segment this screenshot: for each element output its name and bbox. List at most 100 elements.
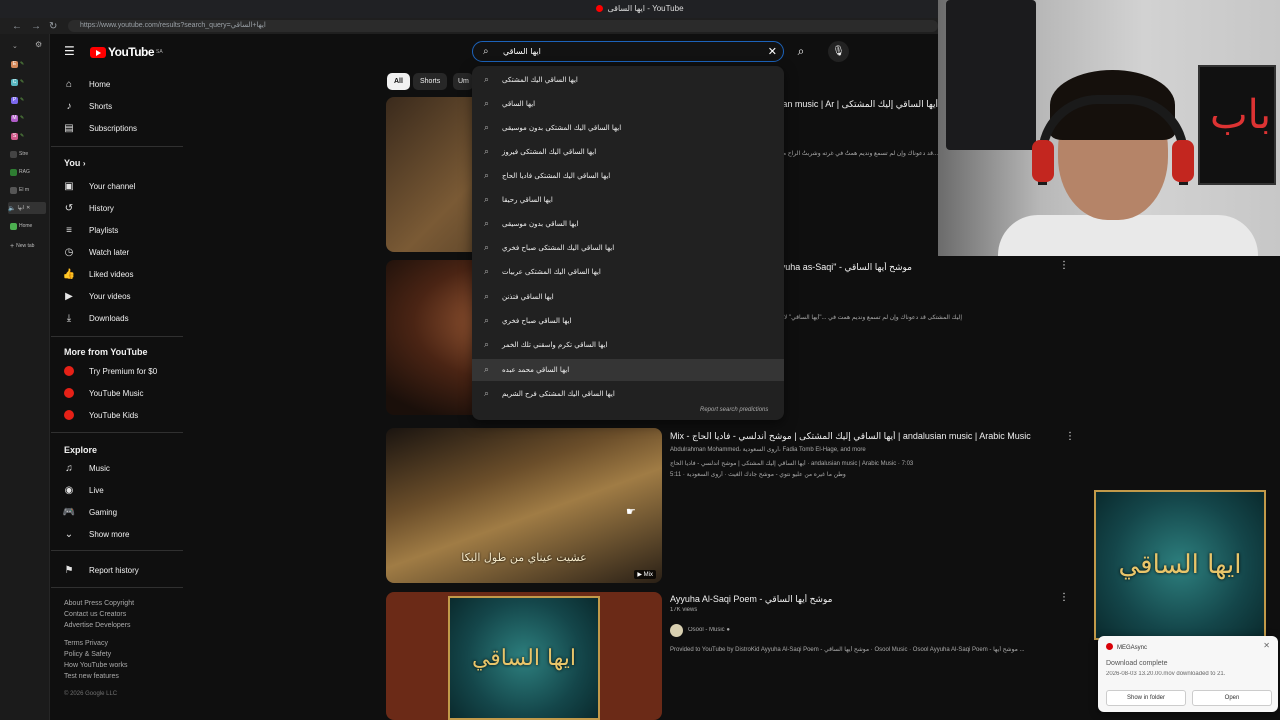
- tab-item[interactable]: C ✎: [11, 76, 47, 88]
- close-tab-icon[interactable]: ✕: [26, 205, 30, 211]
- suggestion-item[interactable]: ⌕ ايها الساقي بدون موسيقى: [472, 213, 784, 235]
- sidebar-item-show-more[interactable]: ⌄ Show more: [63, 525, 181, 543]
- collapse-tabs-icon[interactable]: ⌄: [12, 42, 18, 50]
- suggestion-item[interactable]: ⌕ ايها الساقي رحيقا: [472, 189, 784, 211]
- sidebar-item-home[interactable]: ⌂ Home: [63, 75, 181, 93]
- suggestion-item[interactable]: ⌕ ايها الساقي اليك المشتكى عربيات: [472, 261, 784, 283]
- suggestion-text: ايها الساقي: [502, 100, 536, 108]
- tab-item[interactable]: Home: [10, 220, 46, 232]
- suggestion-text: ايها الساقي صباح فخري: [502, 317, 572, 325]
- voice-search-button[interactable]: 🎙: [828, 41, 849, 62]
- more-options-icon[interactable]: ⋮: [1065, 431, 1075, 442]
- sidebar-item-liked-videos[interactable]: 👍 Liked videos: [63, 265, 181, 283]
- suggestion-item[interactable]: ⌕ ايها الساقي اليك المشتكى فيروز: [472, 141, 784, 163]
- search-box[interactable]: ⌕ ✕: [472, 41, 784, 62]
- tab-favicon-icon: [10, 222, 17, 230]
- tab-item[interactable]: RAG: [10, 166, 46, 178]
- forward-icon[interactable]: →: [31, 21, 41, 32]
- flag-icon: ⚑: [64, 564, 74, 576]
- tab-item[interactable]: Stre: [10, 148, 46, 160]
- sidebar-item-report-history[interactable]: ⚑ Report history: [63, 561, 181, 579]
- video-title[interactable]: Ayyuha Al-Saqi Poem - موشح أيها الساقي: [670, 594, 970, 605]
- suggestion-item[interactable]: ⌕ ايها الساقي تكرم واسقني تلك الخمر: [472, 334, 784, 356]
- pin-icon: ✎: [20, 133, 25, 139]
- footer-line[interactable]: Terms Privacy: [64, 638, 134, 649]
- sidebar-item-history[interactable]: ↺ History: [63, 199, 181, 217]
- sidebar-item-subscriptions[interactable]: ▤ Subscriptions: [63, 119, 181, 137]
- search-icon: ⌕: [484, 171, 490, 181]
- sidebar-item-premium[interactable]: Try Premium for $0: [63, 362, 181, 380]
- channel-name[interactable]: Osool - Music ●: [688, 627, 730, 633]
- report-search-predictions-link[interactable]: Report search predictions: [700, 407, 768, 413]
- address-bar[interactable]: https://www.youtube.com/results?search_q…: [68, 20, 938, 32]
- new-tab-button[interactable]: + New tab: [10, 240, 46, 252]
- settings-icon[interactable]: ⚙: [35, 40, 42, 49]
- sidebar-item-music[interactable]: ♫ Music: [63, 459, 181, 477]
- suggestion-text: ايها الساقي رحيقا: [502, 196, 553, 204]
- suggestion-item[interactable]: ⌕ ايها الساقي اليك المشتكى صباح فخري: [472, 237, 784, 259]
- reload-icon[interactable]: ↻: [49, 21, 57, 32]
- video-title[interactable]: موشح أيها الساقي - "Ayuha as-Saqi: [782, 262, 912, 273]
- footer-line[interactable]: Contact us Creators: [64, 609, 134, 620]
- sidebar-item-watch-later[interactable]: ◷ Watch later: [63, 243, 181, 261]
- tab-item[interactable]: S ✎: [11, 130, 47, 142]
- divider: [51, 432, 183, 433]
- chip-all[interactable]: All: [387, 73, 410, 90]
- live-icon: ◉: [64, 484, 74, 496]
- sidebar-item-your-videos[interactable]: ▶ Your videos: [63, 287, 181, 305]
- suggestion-item[interactable]: ⌕ ايها الساقي اليك المشتكى بدون موسيقى: [472, 117, 784, 139]
- suggestion-item[interactable]: ⌕ ايها الساقي فتذنن: [472, 286, 784, 308]
- hamburger-menu-icon[interactable]: ☰: [64, 44, 75, 58]
- footer-line[interactable]: Advertise Developers: [64, 620, 134, 631]
- sidebar-item-live[interactable]: ◉ Live: [63, 481, 181, 499]
- footer-line[interactable]: How YouTube works: [64, 660, 134, 671]
- video-title[interactable]: Mix - أيها الساقي إليك المشتكى | موشح أن…: [670, 431, 1050, 442]
- video-title[interactable]: أيها الساقي إليك المشتكى | andalusian mu…: [782, 99, 938, 110]
- show-in-folder-button[interactable]: Show in folder: [1106, 690, 1186, 706]
- channel-icon: ▣: [64, 180, 74, 192]
- tab-item[interactable]: M ✎: [11, 112, 47, 124]
- footer-line[interactable]: About Press Copyright: [64, 598, 134, 609]
- suggestion-item[interactable]: ⌕ ايها الساقي اليك المشتكى فرح الشريم: [472, 383, 784, 405]
- suggestion-item[interactable]: ⌕ ايها الساقي اليك المشتكى فاديا الحاج: [472, 165, 784, 187]
- open-button[interactable]: Open: [1192, 690, 1272, 706]
- tab-item[interactable]: El m: [10, 184, 46, 196]
- sidebar-item-gaming[interactable]: 🎮 Gaming: [63, 503, 181, 521]
- search-icon: ⌕: [484, 365, 490, 375]
- tab-item[interactable]: E ✎: [11, 58, 47, 70]
- search-button[interactable]: ⌕: [788, 41, 814, 62]
- you-section-heading[interactable]: You ›: [64, 158, 86, 168]
- mix-thumbnail[interactable]: عشيت عيناي من طول البكا ▶ Mix: [386, 428, 662, 583]
- sidebar-item-playlists[interactable]: ≡ Playlists: [63, 221, 181, 239]
- sidebar-item-youtube-kids[interactable]: YouTube Kids: [63, 406, 181, 424]
- more-options-icon[interactable]: ⋮: [1059, 260, 1069, 271]
- back-icon[interactable]: ←: [12, 21, 22, 32]
- suggestion-item-highlighted[interactable]: ⌕ ايها الساقي محمد عبده: [472, 359, 784, 381]
- youtube-logo[interactable]: YouTube SA: [90, 45, 163, 59]
- search-input[interactable]: [503, 47, 763, 56]
- suggestion-item[interactable]: ⌕ ايها الساقي: [472, 93, 784, 115]
- sidebar-item-shorts[interactable]: ♪ Shorts: [63, 97, 181, 115]
- chip-shorts[interactable]: Shorts: [413, 73, 448, 90]
- divider: [51, 146, 183, 147]
- footer-line[interactable]: Test new features: [64, 671, 134, 682]
- channel-avatar[interactable]: [670, 624, 683, 637]
- sidebar-item-label: History: [89, 203, 114, 213]
- chip-um[interactable]: Um: [453, 73, 473, 90]
- footer-line[interactable]: Policy & Safety: [64, 649, 134, 660]
- sidebar-item-youtube-music[interactable]: YouTube Music: [63, 384, 181, 402]
- music-icon: ♫: [65, 462, 73, 474]
- search-suggestions-dropdown: ⌕ ايها الساقي اليك المشتكى ⌕ ايها الساقي ⌕…: [472, 66, 784, 420]
- footer-links[interactable]: About Press Copyright Contact us Creator…: [64, 598, 134, 700]
- sidebar-item-downloads[interactable]: ⤓ Downloads: [63, 309, 181, 327]
- suggestion-item[interactable]: ⌕ ايها الساقي صباح فخري: [472, 310, 784, 332]
- clear-search-icon[interactable]: ✕: [768, 45, 777, 58]
- suggestion-item[interactable]: ⌕ ايها الساقي اليك المشتكى: [472, 69, 784, 91]
- close-icon[interactable]: ✕: [1263, 641, 1270, 650]
- tab-item[interactable]: P ✎: [11, 94, 47, 106]
- sidebar-item-your-channel[interactable]: ▣ Your channel: [63, 177, 181, 195]
- more-options-icon[interactable]: ⋮: [1059, 592, 1069, 603]
- tab-item-active[interactable]: 🔈 ايها ✕: [8, 202, 46, 214]
- video-thumbnail[interactable]: ايها الساقي: [386, 592, 662, 720]
- notification-header: MEGAsync: [1106, 643, 1147, 651]
